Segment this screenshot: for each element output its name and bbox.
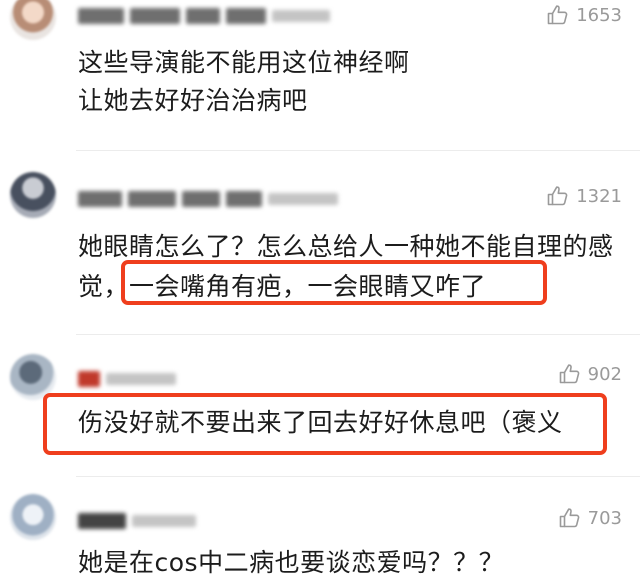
avatar[interactable] [10,0,56,40]
thumbs-up-icon [547,5,568,25]
divider [76,334,640,335]
like-count: 902 [587,363,622,385]
username-blurred[interactable] [78,368,176,390]
avatar[interactable] [10,172,56,218]
divider [76,476,640,477]
like-button[interactable]: 703 [558,506,622,530]
thumbs-up-icon [559,508,579,528]
thumbs-up-icon [547,186,568,206]
username-blurred[interactable] [78,510,196,532]
like-count: 1653 [576,4,622,26]
like-count: 1321 [576,185,622,207]
like-button[interactable]: 1653 [546,3,622,27]
thumbs-up-icon [559,364,579,384]
divider [76,150,640,151]
comment-text-line: 她是在cos中二病也要谈恋爱吗？？？ [78,548,505,577]
comment-item: 1653 这些导演能不能用这位神经啊 让她去好好治治病吧 [0,0,640,150]
like-button[interactable]: 1321 [546,184,622,208]
comment-text-line: 让她去好好治治病吧 [78,86,308,115]
avatar[interactable] [10,494,56,540]
comment-text-line: 这些导演能不能用这位神经啊 [78,48,410,77]
username-blurred[interactable] [78,5,330,27]
comment-item: 1321 她眼睛怎么了？怎么总给人一种她不能自理的感 觉，一会嘴角有疤，一会眼睛… [0,158,640,335]
username-blurred[interactable] [78,188,338,210]
highlight-box [121,260,547,305]
comment-item: 703 她是在cos中二病也要谈恋爱吗？？？ [0,480,640,585]
like-button[interactable]: 902 [558,362,622,386]
highlight-box [43,393,607,455]
like-count: 703 [587,507,622,529]
